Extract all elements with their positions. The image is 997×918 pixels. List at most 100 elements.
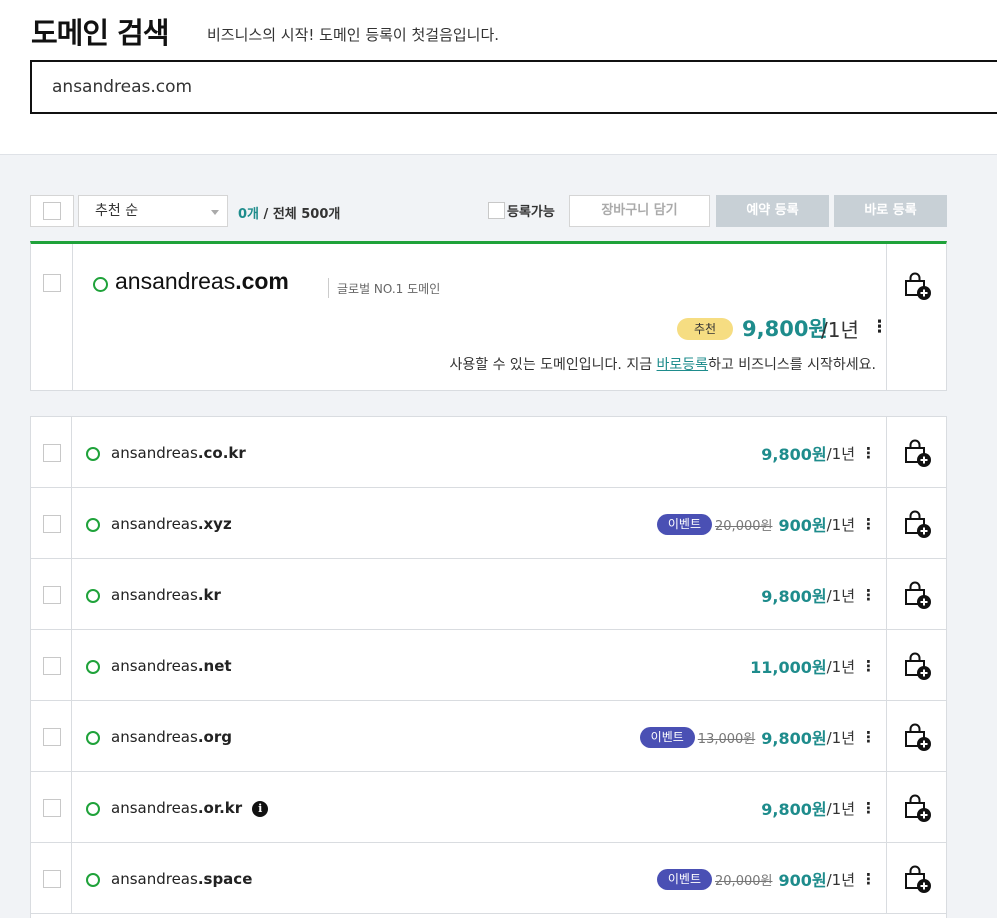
domain-name: ansandreas.net [111,657,232,675]
domain-base: ansandreas [111,444,198,462]
featured-price: 9,800원 [742,317,828,341]
add-to-cart-button[interactable]: 장바구니 담기 [569,195,710,227]
cart-add-icon[interactable] [903,793,933,823]
domain-base: ansandreas [111,657,198,675]
domain-price: 9,800원 [761,729,827,748]
row-cart-cell[interactable] [886,843,946,913]
domain-row: ansandreas.org 이벤트 13,000원 9,800원/1년 ⋮ [31,701,946,772]
cart-add-icon[interactable] [903,580,933,610]
available-circle-icon [86,873,100,887]
domain-tld: .org [197,728,232,746]
price-group: 이벤트 20,000원 900원/1년 ⋮ [656,512,876,536]
row-cart-cell[interactable] [886,488,946,558]
selected-count: 0개 [238,207,260,222]
domain-tld: .kr [197,586,221,604]
more-vertical-icon[interactable]: ⋮ [861,799,876,817]
price-group: 9,800원/1년 ⋮ [761,441,876,465]
row-checkbox-cell [31,772,72,842]
row-checkbox[interactable] [43,728,61,746]
select-all-checkbox[interactable] [43,202,61,220]
event-badge: 이벤트 [656,868,713,890]
price-group: 9,800원/1년 ⋮ [761,583,876,607]
sort-select[interactable]: 추천 순 [78,195,228,227]
row-cart-cell[interactable] [886,630,946,700]
more-vertical-icon[interactable]: ⋮ [861,870,876,888]
cart-add-icon[interactable] [903,438,933,468]
row-checkbox[interactable] [43,586,61,604]
cart-add-icon[interactable] [903,509,933,539]
domain-price: 900원 [778,871,827,890]
more-vertical-icon[interactable]: ⋮ [861,515,876,533]
price-group: 이벤트 13,000원 9,800원/1년 ⋮ [639,725,876,749]
domain-price: 9,800원 [761,587,827,606]
info-icon[interactable]: i [252,801,269,817]
row-checkbox-cell [31,630,72,700]
row-checkbox[interactable] [43,870,61,888]
more-vertical-icon[interactable]: ⋮ [861,444,876,462]
cart-add-icon[interactable] [903,271,933,301]
results-toolbar: 추천 순 0개 / 전체 500개 등록가능 장바구니 담기 예약 등록 바로 … [30,195,947,227]
reserve-register-button[interactable]: 예약 등록 [716,195,829,227]
featured-cart-cell[interactable] [886,244,946,390]
original-price: 20,000원 [715,873,773,889]
domain-name: ansandreas.kr [111,586,221,604]
register-now-button[interactable]: 바로 등록 [834,195,947,227]
cart-add-icon[interactable] [903,722,933,752]
row-checkbox[interactable] [43,444,61,462]
original-price: 20,000원 [715,518,773,534]
available-only-checkbox[interactable] [488,202,505,219]
row-checkbox-cell [31,843,72,913]
domain-price: 9,800원 [761,800,827,819]
domain-row: ansandreas.kr 9,800원/1년 ⋮ [31,559,946,630]
domain-tld: .space [197,870,253,888]
row-checkbox-cell [31,488,72,558]
domain-search-input[interactable] [32,62,997,112]
chevron-down-icon [211,210,219,215]
more-vertical-icon[interactable]: ⋮ [861,586,876,604]
domain-name: ansandreas.org [111,728,232,746]
row-checkbox[interactable] [43,657,61,675]
domain-base: ansandreas [111,586,198,604]
event-badge: 이벤트 [639,726,695,748]
domain-name: ansandreas.or.kr i [111,799,269,817]
row-checkbox[interactable] [43,515,61,533]
domain-price: 900원 [778,516,827,535]
row-cart-cell[interactable] [886,772,946,842]
domain-price: 11,000원 [750,658,827,677]
more-vertical-icon[interactable]: ⋮ [861,728,876,746]
row-checkbox[interactable] [43,799,61,817]
available-only-filter[interactable]: 등록가능 [488,201,555,220]
row-checkbox-cell [31,417,72,487]
featured-domain-tld: .com [235,268,289,294]
domain-row: ansandreas.net 11,000원/1년 ⋮ [31,630,946,701]
row-checkbox-cell [31,559,72,629]
domain-result-list: ansandreas.co.kr 9,800원/1년 ⋮ ansandreas.xyz… [30,416,947,918]
select-all-checkbox-cell[interactable] [30,195,74,227]
featured-message-suffix: 하고 비즈니스를 시작하세요. [708,357,876,373]
cart-add-icon[interactable] [903,651,933,681]
more-vertical-icon[interactable]: ⋮ [861,657,876,675]
domain-base: ansandreas [111,728,198,746]
price-group: 9,800원/1년 ⋮ [761,796,876,820]
domain-row: ansandreas.space 이벤트 20,000원 900원/1년 ⋮ [31,843,946,914]
domain-search-box[interactable] [30,60,997,114]
register-now-link[interactable]: 바로등록 [657,357,709,373]
cart-add-icon[interactable] [903,864,933,894]
row-cart-cell[interactable] [886,701,946,771]
result-count: 0개 / 전체 500개 [238,203,340,222]
domain-row: ansandreas.co.kr 9,800원/1년 ⋮ [31,417,946,488]
available-circle-icon [86,589,100,603]
featured-domain-name: ansandreas.com [115,268,289,295]
available-only-label: 등록가능 [507,205,555,220]
available-circle-icon [86,731,100,745]
featured-message-prefix: 사용할 수 있는 도메인입니다. 지금 [449,357,657,373]
row-cart-cell[interactable] [886,417,946,487]
price-unit: /1년 [826,870,855,889]
featured-checkbox[interactable] [43,274,61,292]
domain-name: ansandreas.xyz [111,515,232,533]
featured-domain-card: ansandreas.com 글로벌 NO.1 도메인 추천 9,800원 /1… [30,241,947,391]
domain-name: ansandreas.space [111,870,252,888]
available-circle-icon [86,802,100,816]
row-cart-cell[interactable] [886,559,946,629]
available-circle-icon [86,447,100,461]
